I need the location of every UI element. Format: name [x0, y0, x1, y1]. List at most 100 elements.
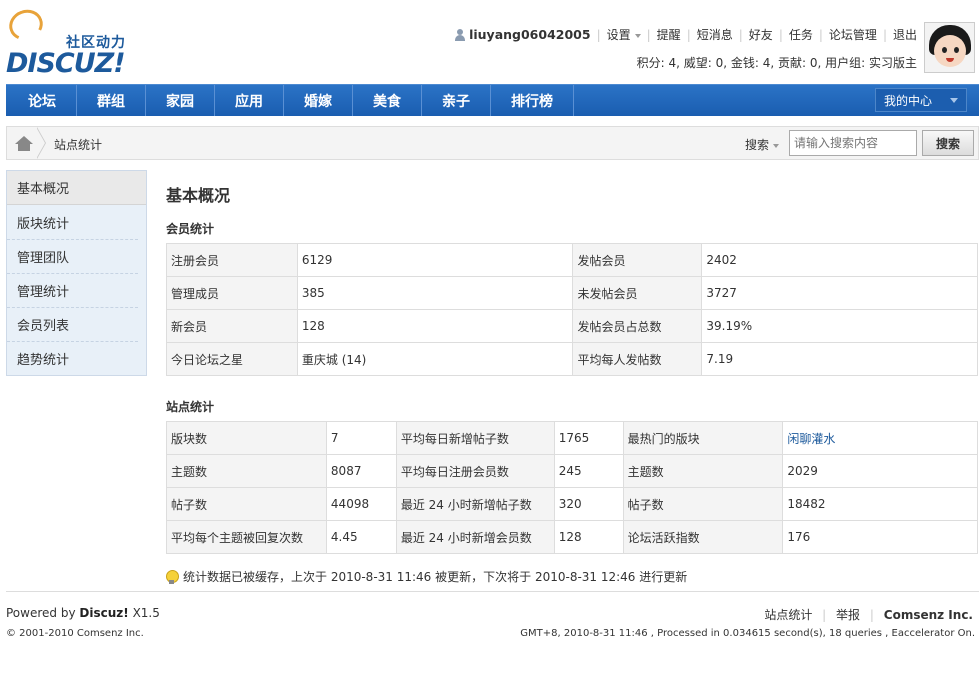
stat-label: 平均每个主题被回复次数	[166, 520, 327, 554]
member-stats-table: 注册会员 6129 发帖会员 2402 管理成员 385 未发帖会员 3727 …	[166, 243, 978, 376]
user-credits[interactable]: 积分: 4, 威望: 0, 金钱: 4, 贡献: 0, 用户组: 实习版主	[637, 54, 917, 71]
nav-item-forum[interactable]: 论坛	[8, 85, 77, 116]
logo-brand: DISCUZ!	[6, 48, 126, 79]
search-type-select[interactable]: 搜索	[745, 136, 779, 153]
stat-label: 最近 24 小时新增会员数	[395, 520, 555, 554]
table-row: 平均每个主题被回复次数 4.45 最近 24 小时新增会员数 128 论坛活跃指…	[166, 520, 978, 554]
stat-value: 2029	[782, 454, 978, 488]
nav-item-ranking[interactable]: 排行榜	[491, 85, 574, 116]
footer-divider	[6, 591, 979, 592]
member-section-title: 会员统计	[166, 222, 215, 236]
stat-value: 320	[553, 487, 624, 521]
separator: |	[818, 27, 823, 42]
stat-label: 最热门的版块	[622, 421, 784, 455]
sidebar-item-member-list[interactable]: 会员列表	[7, 307, 138, 341]
home-icon[interactable]	[15, 136, 33, 151]
username-link[interactable]: liuyang06042005	[469, 27, 590, 42]
separator: |	[778, 27, 783, 42]
messages-link[interactable]: 短消息	[697, 26, 733, 43]
stat-value: 8087	[325, 454, 397, 488]
powered-by: Powered by Discuz! X1.5	[6, 606, 160, 620]
lightbulb-icon	[166, 569, 179, 584]
stat-value: 4.45	[325, 520, 397, 554]
forum-admin-link[interactable]: 论坛管理	[829, 26, 877, 43]
my-center-dropdown[interactable]: 我的中心	[875, 88, 967, 112]
nav-item-apps[interactable]: 应用	[215, 85, 284, 116]
tasks-link[interactable]: 任务	[789, 26, 813, 43]
stat-label: 平均每日注册会员数	[395, 454, 555, 488]
separator: |	[882, 27, 887, 42]
stat-label: 注册会员	[166, 243, 298, 277]
separator: |	[822, 608, 827, 622]
cache-notice: 统计数据已被缓存，上次于 2010-8-31 11:46 被更新，下次将于 20…	[166, 568, 979, 585]
debug-info: GMT+8, 2010-8-31 11:46 , Processed in 0.…	[520, 628, 975, 639]
sidebar-item-board-stats[interactable]: 版块统计	[7, 205, 138, 239]
stat-label: 论坛活跃指数	[622, 520, 784, 554]
discuz-link[interactable]: Discuz!	[79, 606, 128, 620]
page-title: 基本概况	[166, 186, 231, 205]
stat-label: 发帖会员	[572, 243, 703, 277]
stat-value: 1765	[553, 421, 624, 455]
stat-label: 帖子数	[622, 487, 784, 521]
table-row: 注册会员 6129 发帖会员 2402	[166, 243, 978, 277]
footer-report-link[interactable]: 举报	[836, 608, 860, 622]
stat-value: 7	[325, 421, 397, 455]
nav-item-groups[interactable]: 群组	[77, 85, 146, 116]
discuz-logo[interactable]: 社区动力 DISCUZ!	[4, 5, 141, 79]
stat-label: 今日论坛之星	[166, 342, 298, 376]
main-nav: 论坛 群组 家园 应用 婚嫁 美食 亲子 排行榜 我的中心	[6, 84, 979, 116]
stat-label: 未发帖会员	[572, 276, 703, 310]
table-row: 主题数 8087 平均每日注册会员数 245 主题数 2029	[166, 454, 978, 488]
sidebar-item-overview[interactable]: 基本概况	[7, 171, 146, 205]
nav-item-home[interactable]: 家园	[146, 85, 215, 116]
user-icon	[455, 28, 466, 41]
stat-value: 245	[553, 454, 624, 488]
stat-value: 44098	[325, 487, 397, 521]
chevron-down-icon	[950, 98, 958, 103]
stats-sidebar: 基本概况 版块统计 管理团队 管理统计 会员列表 趋势统计	[6, 170, 147, 376]
breadcrumb-current: 站点统计	[54, 138, 103, 152]
main-content: 基本概况 会员统计 注册会员 6129 发帖会员 2402 管理成员 385 未…	[166, 170, 979, 585]
site-stats-table: 版块数 7 平均每日新增帖子数 1765 最热门的版块 闲聊灌水 主题数 808…	[166, 421, 978, 554]
hottest-board-link[interactable]: 闲聊灌水	[787, 432, 835, 446]
breadcrumb: 站点统计 搜索 搜索	[6, 126, 979, 160]
friends-link[interactable]: 好友	[749, 26, 773, 43]
separator: |	[596, 27, 601, 42]
stat-label: 版块数	[166, 421, 327, 455]
stat-value: 重庆城 (14)	[296, 342, 574, 376]
nav-item-parenting[interactable]: 亲子	[422, 85, 491, 116]
stat-label: 发帖会员占总数	[572, 309, 703, 343]
nav-item-wedding[interactable]: 婚嫁	[284, 85, 353, 116]
chevron-down-icon	[634, 33, 641, 38]
avatar[interactable]	[924, 22, 975, 73]
nav-item-food[interactable]: 美食	[353, 85, 422, 116]
table-row: 今日论坛之星 重庆城 (14) 平均每人发帖数 7.19	[166, 342, 978, 376]
search-button[interactable]: 搜索	[922, 130, 974, 156]
separator: |	[646, 27, 651, 42]
stat-value: 7.19	[701, 342, 978, 376]
footer-links: 站点统计 | 举报 | Comsenz Inc.	[764, 606, 973, 623]
stat-label: 平均每日新增帖子数	[395, 421, 555, 455]
breadcrumb-separator	[36, 127, 47, 159]
sidebar-item-admin-stats[interactable]: 管理统计	[7, 273, 138, 307]
stat-value: 39.19%	[701, 309, 978, 343]
stat-value: 2402	[701, 243, 978, 277]
separator: |	[738, 27, 743, 42]
table-row: 帖子数 44098 最近 24 小时新增帖子数 320 帖子数 18482	[166, 487, 978, 521]
stat-value: 176	[782, 520, 978, 554]
reminder-link[interactable]: 提醒	[657, 26, 681, 43]
stat-value: 3727	[701, 276, 978, 310]
sidebar-item-admin-team[interactable]: 管理团队	[7, 239, 138, 273]
sidebar-item-trend-stats[interactable]: 趋势统计	[7, 341, 138, 375]
stat-value: 128	[553, 520, 624, 554]
footer-company-link[interactable]: Comsenz Inc.	[884, 608, 973, 622]
header: 社区动力 DISCUZ! liuyang06042005 | 设置 | 提醒 |…	[0, 0, 979, 84]
footer-stats-link[interactable]: 站点统计	[764, 608, 812, 622]
settings-link[interactable]: 设置	[607, 26, 641, 43]
stat-label: 平均每人发帖数	[572, 342, 703, 376]
stat-label: 最近 24 小时新增帖子数	[395, 487, 555, 521]
table-row: 管理成员 385 未发帖会员 3727	[166, 276, 978, 310]
search-input[interactable]	[789, 130, 917, 156]
logout-link[interactable]: 退出	[893, 26, 917, 43]
version: X1.5	[132, 606, 160, 620]
